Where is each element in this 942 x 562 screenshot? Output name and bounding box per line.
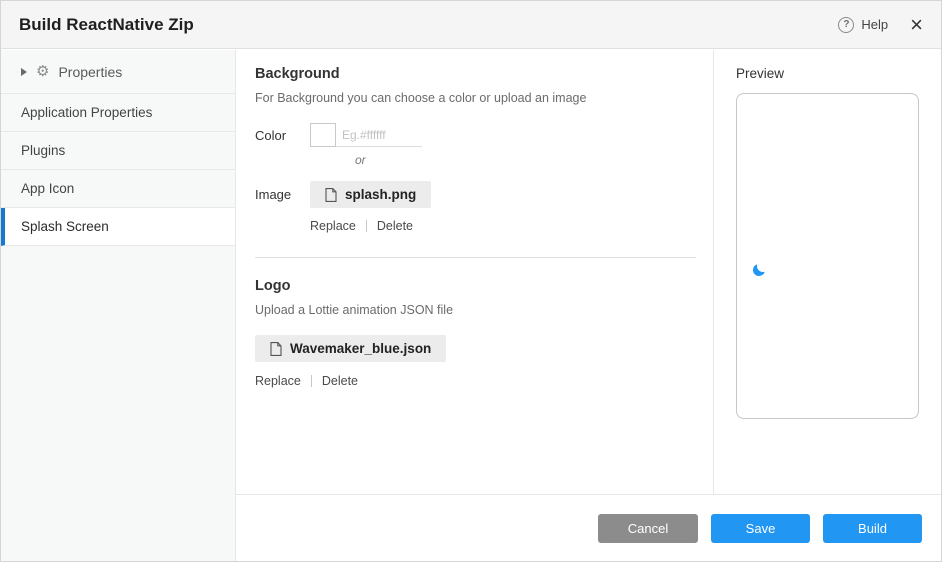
image-label: Image [255, 187, 310, 202]
preview-panel: Preview [713, 50, 941, 494]
background-title: Background [255, 66, 696, 82]
sidebar: ⚙ Properties Application Properties Plug… [1, 50, 236, 561]
image-actions: Replace Delete [310, 219, 696, 233]
delete-logo-link[interactable]: Delete [322, 374, 358, 388]
caret-right-icon [21, 68, 27, 76]
dialog-header: Build ReactNative Zip ? Help × [1, 1, 941, 49]
sidebar-item-app-icon[interactable]: App Icon [1, 170, 235, 208]
color-row: Color [255, 123, 696, 147]
delete-image-link[interactable]: Delete [377, 219, 413, 233]
sidebar-item-application-properties[interactable]: Application Properties [1, 94, 235, 132]
image-file-name: splash.png [345, 187, 416, 202]
logo-file-chip[interactable]: Wavemaker_blue.json [255, 335, 446, 362]
section-divider [255, 257, 696, 258]
help-label: Help [861, 17, 888, 32]
cancel-button[interactable]: Cancel [598, 514, 698, 543]
help-button[interactable]: ? Help [838, 17, 888, 33]
close-icon[interactable]: × [910, 14, 923, 36]
sidebar-properties-header[interactable]: ⚙ Properties [1, 50, 235, 94]
build-reactnative-dialog: Build ReactNative Zip ? Help × ⚙ Propert… [0, 0, 942, 562]
color-label: Color [255, 128, 310, 143]
lottie-crescent-icon [753, 264, 765, 276]
image-file-chip[interactable]: splash.png [310, 181, 431, 208]
color-swatch[interactable] [310, 123, 336, 147]
background-section: Background For Background you can choose… [255, 66, 696, 233]
logo-section: Logo Upload a Lottie animation JSON file… [255, 278, 696, 388]
sidebar-properties-label: Properties [58, 64, 122, 80]
preview-box [736, 93, 919, 419]
link-separator [366, 220, 367, 232]
file-icon [270, 342, 282, 356]
gear-icon: ⚙ [36, 64, 49, 79]
sidebar-item-splash-screen[interactable]: Splash Screen [1, 208, 235, 246]
help-icon: ? [838, 17, 854, 33]
color-input[interactable] [336, 123, 422, 147]
replace-logo-link[interactable]: Replace [255, 374, 301, 388]
dialog-footer: Cancel Save Build [236, 494, 941, 561]
logo-description: Upload a Lottie animation JSON file [255, 303, 696, 317]
file-icon [325, 188, 337, 202]
splash-screen-panel: Background For Background you can choose… [237, 50, 714, 494]
logo-file-row: Wavemaker_blue.json [255, 335, 696, 362]
logo-file-name: Wavemaker_blue.json [290, 341, 431, 356]
or-label: or [355, 153, 696, 167]
image-row: Image splash.png [255, 181, 696, 208]
background-description: For Background you can choose a color or… [255, 91, 696, 105]
build-button[interactable]: Build [823, 514, 922, 543]
sidebar-item-plugins[interactable]: Plugins [1, 132, 235, 170]
titlebar-actions: ? Help × [838, 14, 923, 36]
preview-title: Preview [736, 66, 919, 81]
logo-title: Logo [255, 278, 696, 294]
save-button[interactable]: Save [711, 514, 810, 543]
logo-actions: Replace Delete [255, 374, 696, 388]
link-separator [311, 375, 312, 387]
dialog-title: Build ReactNative Zip [19, 15, 194, 35]
replace-image-link[interactable]: Replace [310, 219, 356, 233]
